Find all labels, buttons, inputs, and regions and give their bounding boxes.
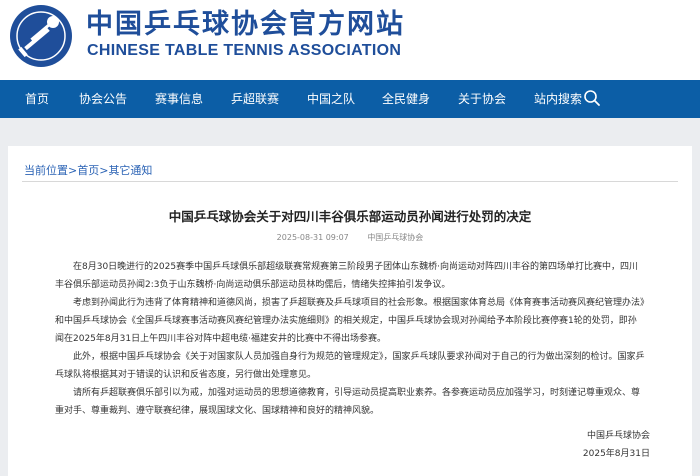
article-paragraph: 在8月30日晚进行的2025赛季中国乒乓球俱乐部超级联赛常规赛第三阶段男子团体山… xyxy=(55,262,638,290)
nav-fitness[interactable]: 全民健身 xyxy=(382,80,430,118)
breadcrumb-prefix[interactable]: 当前位置 xyxy=(24,164,68,177)
nav-super-league[interactable]: 乒超联赛 xyxy=(231,80,279,118)
breadcrumb-divider xyxy=(22,181,678,182)
article-paragraph: 此外，根据中国乒乓球协会《关于对国家队人员加强自身行为规范的管理规定》，国家乒乓… xyxy=(55,352,645,380)
article-meta: 2025-08-31 09:07 中国乒乓球协会 xyxy=(8,232,692,243)
article-paragraph: 考虑到孙闻此行为违背了体育精神和道德风尚，损害了乒超联赛及乒乓球项目的社会形象。… xyxy=(55,298,645,344)
nav-announcements[interactable]: 协会公告 xyxy=(79,80,127,118)
site-header: 中国乒乓球协会官方网站 CHINESE TABLE TENNIS ASSOCIA… xyxy=(0,0,700,80)
article-sign-date: 2025年8月31日 xyxy=(582,449,650,459)
search-icon[interactable] xyxy=(583,89,601,107)
article-source: 中国乒乓球协会 xyxy=(367,233,424,242)
breadcrumb: 当前位置>首页>其它通知 xyxy=(24,162,152,178)
article-datetime: 2025-08-31 09:07 xyxy=(276,233,349,242)
main-nav: 首页 协会公告 赛事信息 乒超联赛 中国之队 全民健身 关于协会 站内搜索 xyxy=(0,80,700,118)
nav-national-team[interactable]: 中国之队 xyxy=(307,80,355,118)
nav-events[interactable]: 赛事信息 xyxy=(155,80,203,118)
article-panel: 当前位置>首页>其它通知 中国乒乓球协会关于对四川丰谷俱乐部运动员孙闻进行处罚的… xyxy=(8,146,692,476)
breadcrumb-other-notices[interactable]: 其它通知 xyxy=(108,164,152,177)
nav-home[interactable]: 首页 xyxy=(25,80,49,118)
nav-site-search[interactable]: 站内搜索 xyxy=(534,80,582,118)
article-title: 中国乒乓球协会关于对四川丰谷俱乐部运动员孙闻进行处罚的决定 xyxy=(168,209,532,224)
article-signature: 中国乒乓球协会 xyxy=(586,431,650,441)
article-paragraph: 请所有乒超联赛俱乐部引以为戒，加强对运动员的思想道德教育，引导运动员提高职业素养… xyxy=(55,388,641,416)
site-name-en: CHINESE TABLE TENNIS ASSOCIATION xyxy=(87,42,402,59)
breadcrumb-home[interactable]: 首页 xyxy=(77,164,99,177)
cttа-logo-icon[interactable] xyxy=(8,3,74,69)
site-name-cn: 中国乒乓球协会官方网站 xyxy=(86,9,405,40)
nav-about[interactable]: 关于协会 xyxy=(458,80,506,118)
breadcrumb-separator: > xyxy=(68,164,78,177)
